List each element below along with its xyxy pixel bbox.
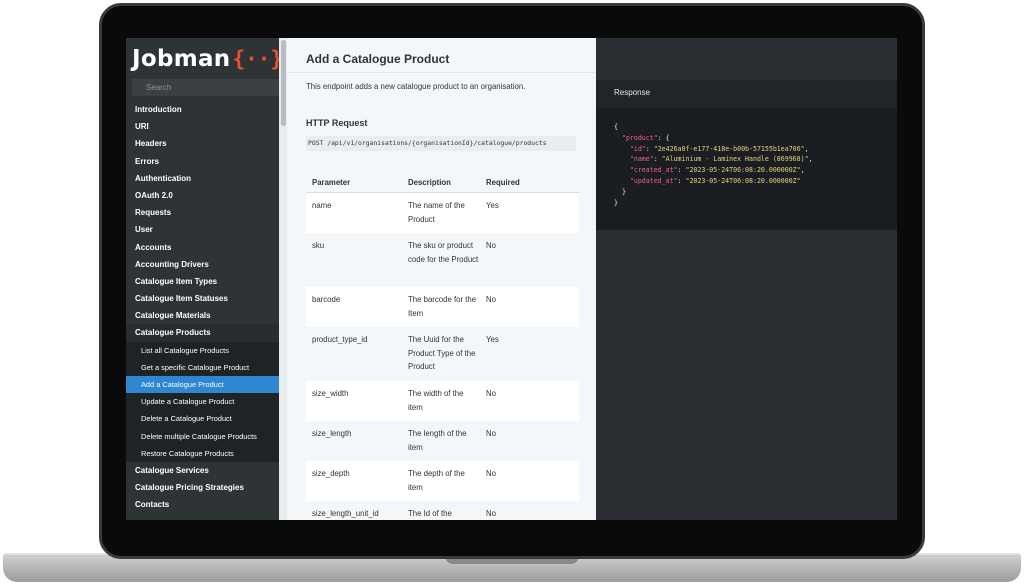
- cell-description: The name of the Product: [408, 201, 465, 224]
- json-value: "2023-05-24T06:08:20.000000Z": [685, 166, 801, 175]
- cell-required: No: [486, 241, 496, 250]
- sidebar-item-errors[interactable]: Errors: [126, 153, 279, 170]
- cell-parameter: sku: [312, 241, 325, 250]
- json-key: "created_at": [629, 166, 678, 175]
- sidebar-item-catalogue-products[interactable]: Catalogue Products: [126, 324, 279, 342]
- cell-required: No: [486, 389, 496, 398]
- sidebar-item-catalogue-pricing-strategies[interactable]: Catalogue Pricing Strategies: [126, 479, 279, 496]
- json-value: "Aluminium - Laminex Handle (869968)": [661, 155, 809, 164]
- sidebar-subitem-add-product[interactable]: Add a Catalogue Product: [126, 376, 279, 394]
- table-row: size_width The width of the item No: [306, 381, 579, 421]
- cell-required: No: [486, 429, 496, 438]
- sidebar-item-catalogue-materials[interactable]: Catalogue Materials: [126, 307, 279, 324]
- table-row: sku The sku or product code for the Prod…: [306, 233, 579, 287]
- sidebar-item-oauth[interactable]: OAuth 2.0: [126, 187, 279, 204]
- sidebar-item-accounts[interactable]: Accounts: [126, 239, 279, 256]
- cell-required: Yes: [486, 335, 499, 344]
- cell-parameter: product_type_id: [312, 335, 368, 344]
- cell-description: The Id of the: [408, 509, 452, 518]
- sidebar-item-requests[interactable]: Requests: [126, 204, 279, 221]
- cell-required: No: [486, 509, 496, 518]
- screen: Jobman {··} Introduction URI Headers Err…: [126, 38, 897, 520]
- sidebar-item-authentication[interactable]: Authentication: [126, 170, 279, 187]
- cell-required: Yes: [486, 201, 499, 210]
- header-description: Description: [408, 177, 451, 187]
- response-label: Response: [614, 88, 651, 97]
- sidebar-subitem-list-products[interactable]: List all Catalogue Products: [126, 341, 279, 359]
- table-row: barcode The barcode for the Item No: [306, 287, 579, 327]
- sidebar-subitem-update-product[interactable]: Update a Catalogue Product: [126, 393, 279, 411]
- response-json: { "product": { "id": "2e426a0f-e177-418e…: [614, 123, 813, 207]
- response-panel: Response { "product": { "id": "2e426a0f-…: [596, 38, 897, 520]
- sidebar-item-user[interactable]: User: [126, 221, 279, 238]
- cell-parameter: size_length_unit_id: [312, 509, 379, 518]
- cell-parameter: name: [312, 201, 332, 210]
- table-row: product_type_id The Uuid for the Product…: [306, 327, 579, 381]
- header-required: Required: [486, 177, 520, 187]
- sidebar-subitem-restore-products[interactable]: Restore Catalogue Products: [126, 444, 279, 462]
- sidebar-item-accounting-drivers[interactable]: Accounting Drivers: [126, 256, 279, 273]
- cell-required: No: [486, 469, 496, 478]
- cell-description: The barcode for the Item: [408, 295, 477, 318]
- page-title: Add a Catalogue Product: [306, 52, 450, 66]
- brand-brace-icon: {··}: [232, 47, 279, 71]
- brand-logo[interactable]: Jobman {··}: [132, 44, 279, 74]
- sidebar-item-catalogue-item-statuses[interactable]: Catalogue Item Statuses: [126, 290, 279, 307]
- sidebar-subitem-get-product[interactable]: Get a specific Catalogue Product: [126, 358, 279, 376]
- header-parameter: Parameter: [312, 177, 351, 187]
- http-request-heading: HTTP Request: [306, 118, 368, 128]
- endpoint-description: This endpoint adds a new catalogue produ…: [306, 82, 526, 91]
- main-content: Add a Catalogue Product This endpoint ad…: [287, 38, 596, 520]
- sidebar-item-headers[interactable]: Headers: [126, 135, 279, 152]
- cell-parameter: size_width: [312, 389, 349, 398]
- json-key: "id": [629, 144, 646, 153]
- response-panel-header: [596, 38, 897, 78]
- cell-required: No: [486, 295, 496, 304]
- sidebar-item-uri[interactable]: URI: [126, 118, 279, 135]
- json-value: "2023-05-24T06:08:20.000000Z": [685, 176, 801, 185]
- cell-description: The depth of the item: [408, 469, 465, 492]
- sidebar-subitem-delete-multiple-products[interactable]: Delete multiple Catalogue Products: [126, 427, 279, 445]
- cell-description: The Uuid for the Product Type of the Pro…: [408, 335, 476, 371]
- json-key: "product": [621, 133, 658, 142]
- content-scrollbar-thumb[interactable]: [281, 40, 286, 126]
- brand-name: Jobman: [132, 46, 231, 72]
- parameters-table: Parameter Description Required name The …: [306, 172, 579, 520]
- cell-parameter: size_length: [312, 429, 352, 438]
- table-row: size_depth The depth of the item No: [306, 461, 579, 501]
- sidebar-item-catalogue-item-types[interactable]: Catalogue Item Types: [126, 273, 279, 290]
- search-input[interactable]: [132, 79, 279, 96]
- cell-description: The sku or product code for the Product: [408, 241, 479, 264]
- cell-parameter: barcode: [312, 295, 341, 304]
- sidebar-subitem-delete-product[interactable]: Delete a Catalogue Product: [126, 410, 279, 428]
- sidebar-item-contacts[interactable]: Contacts: [126, 496, 279, 513]
- sidebar-item-introduction[interactable]: Introduction: [126, 101, 279, 118]
- title-divider: [287, 72, 596, 73]
- table-row: size_length The length of the item No: [306, 421, 579, 461]
- sidebar-item-catalogue-services[interactable]: Catalogue Services: [126, 462, 279, 479]
- json-key: "name": [629, 155, 654, 164]
- table-header: Parameter Description Required: [306, 172, 579, 193]
- cell-description: The width of the item: [408, 389, 464, 412]
- table-row: size_length_unit_id The Id of the No: [306, 501, 579, 520]
- table-of-contents: Introduction URI Headers Errors Authenti…: [126, 101, 279, 514]
- endpoint-code: POST /api/v1/organisations/{organisation…: [306, 136, 576, 151]
- cell-description: The length of the item: [408, 429, 467, 452]
- cell-parameter: size_depth: [312, 469, 350, 478]
- json-key: "updated_at": [629, 176, 678, 185]
- table-row: name The name of the Product Yes: [306, 193, 579, 233]
- json-value: "2e426a0f-e177-418e-b00b-57155b1ea706": [653, 144, 805, 153]
- sidebar: Jobman {··} Introduction URI Headers Err…: [126, 38, 279, 520]
